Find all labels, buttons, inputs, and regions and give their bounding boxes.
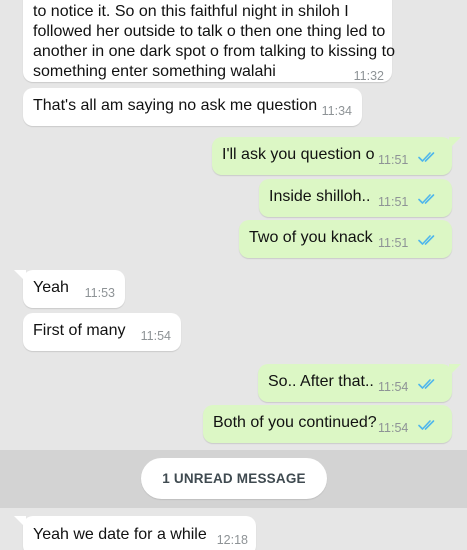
message-bubble-incoming[interactable]: Yeah we date for a while 12:18	[14, 516, 256, 550]
message-text-line: to notice it. So on this faithful night …	[33, 3, 349, 20]
message-bubble-incoming[interactable]: First of many 11:54	[23, 313, 181, 351]
message-text-line: something enter something walahi	[33, 63, 276, 80]
message-timestamp: 11:53	[84, 286, 115, 300]
message-timestamp: 11:54	[378, 421, 409, 435]
message-bubble-outgoing[interactable]: So.. After that.. 11:54	[258, 364, 461, 402]
double-check-icon	[418, 420, 435, 430]
double-check-icon	[418, 152, 435, 162]
double-check-icon	[418, 379, 435, 389]
message-timestamp: 11:51	[378, 195, 409, 209]
message-bubble-incoming[interactable]: Yeah 11:53	[14, 270, 125, 308]
message-text: First of many	[33, 322, 126, 339]
message-text-line: followed her outside to talk o then one …	[33, 23, 386, 40]
message-text: That's all am saying no ask me question	[33, 97, 318, 114]
unread-messages-badge: 1 UNREAD MESSAGE	[141, 458, 327, 499]
chat-message-list[interactable]: to notice it. So on this faithful night …	[0, 0, 467, 550]
message-text: Yeah	[33, 279, 69, 296]
message-timestamp: 11:54	[140, 329, 171, 343]
message-timestamp: 11:32	[353, 69, 384, 83]
message-timestamp: 11:51	[378, 153, 409, 167]
message-timestamp: 11:34	[321, 104, 352, 118]
message-text: So.. After that..	[268, 373, 374, 390]
message-bubble-incoming[interactable]: That's all am saying no ask me question …	[23, 88, 362, 126]
message-bubble-outgoing[interactable]: Both of you continued? 11:54	[203, 405, 452, 443]
message-text: I'll ask you question o	[222, 146, 375, 163]
message-timestamp: 11:54	[378, 380, 409, 394]
message-bubble-outgoing[interactable]: Inside shilloh.. 11:51	[259, 179, 452, 217]
message-timestamp: 11:51	[378, 236, 409, 250]
message-text: Inside shilloh..	[269, 188, 371, 205]
double-check-icon	[418, 194, 435, 204]
message-bubble-outgoing[interactable]: Two of you knack 11:51	[239, 220, 452, 258]
message-bubble-incoming[interactable]: to notice it. So on this faithful night …	[23, 0, 395, 83]
message-text: Two of you knack	[249, 229, 373, 246]
double-check-icon	[418, 235, 435, 245]
message-text: Yeah we date for a while	[33, 526, 207, 543]
message-bubble-outgoing[interactable]: I'll ask you question o 11:51	[212, 137, 461, 175]
message-timestamp: 12:18	[216, 533, 248, 547]
message-text: Both of you continued?	[213, 414, 377, 431]
message-text-line: another in one dark spot o from talking …	[33, 43, 395, 60]
